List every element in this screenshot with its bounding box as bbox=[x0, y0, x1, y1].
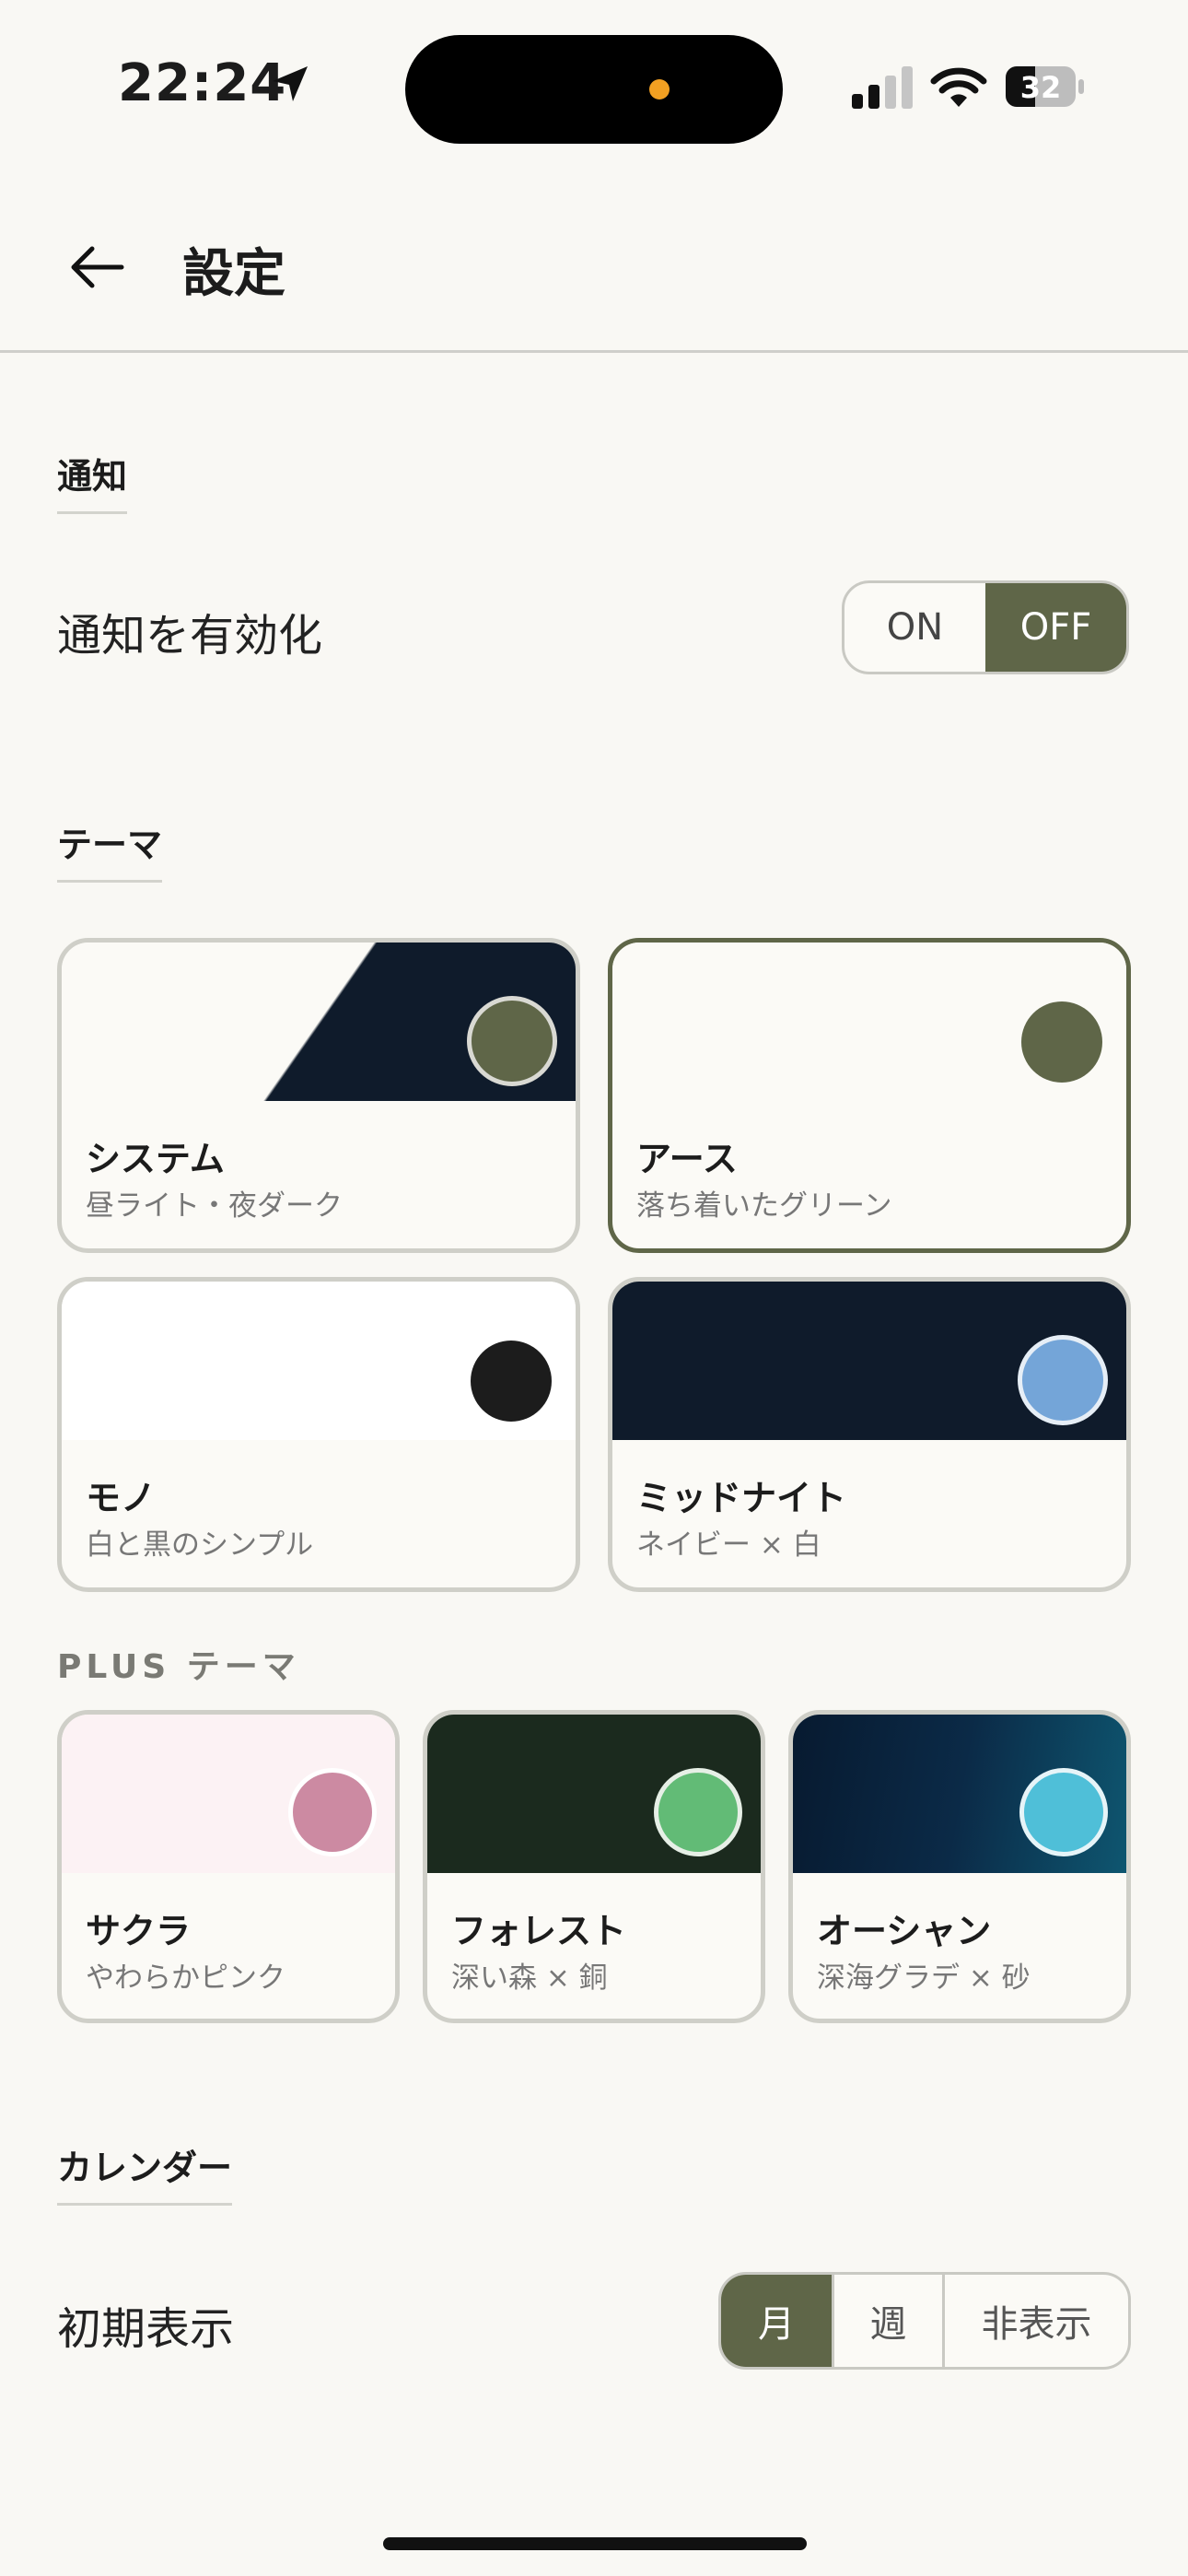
theme-card-system[interactable]: システム 昼ライト・夜ダーク bbox=[57, 938, 580, 1253]
section-plus-theme-title: PLUS テーマ bbox=[57, 1648, 300, 1686]
section-notifications-title: 通知 bbox=[57, 448, 128, 514]
segment-hidden[interactable]: 非表示 bbox=[942, 2275, 1128, 2367]
theme-color-swatch bbox=[654, 1768, 742, 1856]
theme-description: 深海グラデ × 砂 bbox=[817, 1961, 1031, 1995]
segment-month[interactable]: 月 bbox=[721, 2275, 832, 2367]
theme-card-midnight[interactable]: ミッドナイト ネイビー × 白 bbox=[608, 1277, 1131, 1592]
section-theme-title: テーマ bbox=[57, 816, 163, 883]
location-arrow-icon bbox=[273, 66, 308, 101]
wifi-icon bbox=[930, 67, 987, 107]
theme-name: フォレスト bbox=[451, 1911, 627, 1951]
notifications-toggle[interactable]: ON OFF bbox=[842, 580, 1129, 674]
home-indicator bbox=[383, 2537, 807, 2550]
theme-name: アース bbox=[636, 1139, 738, 1179]
theme-card-earth[interactable]: アース 落ち着いたグリーン bbox=[608, 938, 1131, 1253]
header-divider bbox=[0, 350, 1188, 353]
theme-description: 深い森 × 銅 bbox=[451, 1961, 608, 1995]
theme-description: 昼ライト・夜ダーク bbox=[86, 1189, 343, 1223]
theme-color-swatch bbox=[1019, 1768, 1108, 1856]
theme-name: ミッドナイト bbox=[636, 1478, 847, 1518]
theme-card-sakura[interactable]: サクラ やわらかピンク bbox=[57, 1710, 400, 2023]
back-arrow-icon[interactable] bbox=[64, 240, 129, 295]
theme-color-swatch bbox=[288, 1768, 377, 1856]
dynamic-island bbox=[405, 35, 783, 144]
theme-name: モノ bbox=[86, 1478, 157, 1518]
theme-name: オーシャン bbox=[817, 1911, 992, 1951]
toggle-on-option[interactable]: ON bbox=[844, 583, 985, 672]
theme-card-ocean[interactable]: オーシャン 深海グラデ × 砂 bbox=[788, 1710, 1131, 2023]
section-calendar-title: カレンダー bbox=[57, 2139, 233, 2206]
theme-name: システム bbox=[86, 1139, 225, 1179]
theme-description: 白と黒のシンプル bbox=[86, 1528, 314, 1562]
theme-card-mono[interactable]: モノ 白と黒のシンプル bbox=[57, 1277, 580, 1592]
theme-description: 落ち着いたグリーン bbox=[636, 1189, 892, 1223]
toggle-off-option[interactable]: OFF bbox=[985, 583, 1126, 672]
theme-color-swatch bbox=[467, 996, 557, 1086]
recording-indicator bbox=[649, 79, 670, 100]
default-view-label: 初期表示 bbox=[57, 2303, 235, 2355]
theme-description: やわらかピンク bbox=[86, 1961, 285, 1995]
page-title: 設定 bbox=[182, 244, 285, 304]
status-time: 22:24 bbox=[118, 53, 287, 113]
enable-notifications-label: 通知を有効化 bbox=[57, 610, 323, 662]
segment-week[interactable]: 週 bbox=[832, 2275, 942, 2367]
theme-description: ネイビー × 白 bbox=[636, 1528, 821, 1562]
theme-color-swatch bbox=[1021, 1001, 1102, 1083]
calendar-view-segmented-control[interactable]: 月 週 非表示 bbox=[718, 2272, 1131, 2370]
cellular-signal-icon bbox=[852, 66, 913, 109]
theme-color-swatch bbox=[1018, 1335, 1108, 1425]
theme-card-forest[interactable]: フォレスト 深い森 × 銅 bbox=[423, 1710, 765, 2023]
battery-icon: 32 bbox=[1006, 66, 1085, 107]
theme-name: サクラ bbox=[86, 1911, 192, 1951]
theme-color-swatch bbox=[471, 1341, 552, 1422]
battery-level: 32 bbox=[1019, 70, 1062, 105]
